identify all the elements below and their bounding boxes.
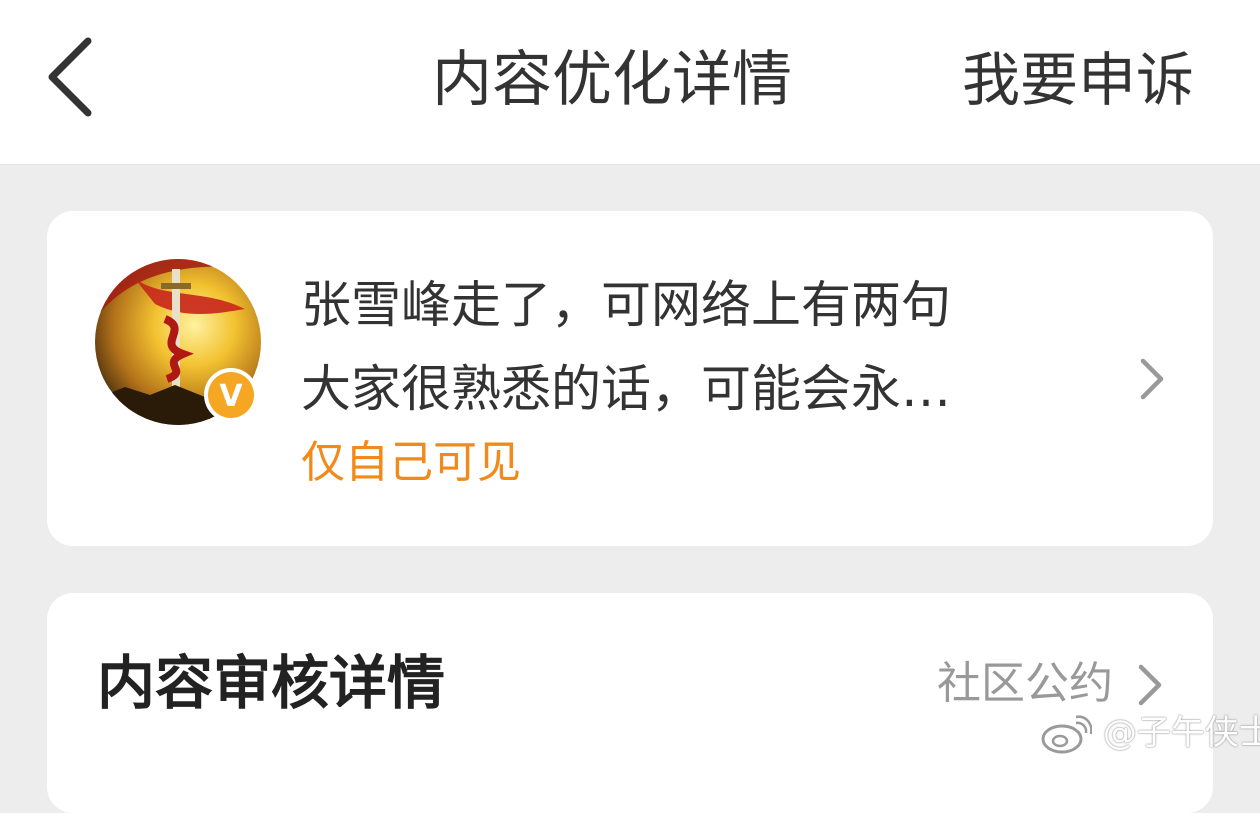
watermark-text: @子午侠士 <box>1102 713 1260 753</box>
page-title: 内容优化详情 <box>432 45 792 115</box>
back-button[interactable] <box>30 30 120 130</box>
post-card[interactable]: V 张雪峰走了，可网络上有两句 大家很熟悉的话，可能会永… 仅自己可见 <box>47 211 1213 546</box>
weibo-logo-icon <box>1041 714 1093 753</box>
review-details-card: 内容审核详情 社区公约 <box>47 593 1213 813</box>
back-arrow-icon <box>48 37 92 117</box>
review-section-title: 内容审核详情 <box>97 649 446 717</box>
community-guidelines-label: 社区公约 <box>937 658 1113 709</box>
chevron-right-icon <box>1140 358 1164 400</box>
svg-text:V: V <box>219 379 243 414</box>
post-text-line: 张雪峰走了，可网络上有两句 <box>301 276 951 334</box>
appeal-button[interactable]: 我要申诉 <box>962 40 1194 120</box>
top-navigation-bar: 内容优化详情 我要申诉 <box>0 0 1260 165</box>
watermark: @子午侠士 <box>1040 708 1260 758</box>
post-text-line: 大家很熟悉的话，可能会永… <box>301 360 951 418</box>
visibility-status: 仅自己可见 <box>301 437 521 488</box>
post-text: 张雪峰走了，可网络上有两句 大家很熟悉的话，可能会永… <box>301 263 1081 431</box>
verified-v-icon: V <box>204 368 258 422</box>
chevron-right-icon <box>1138 664 1162 706</box>
